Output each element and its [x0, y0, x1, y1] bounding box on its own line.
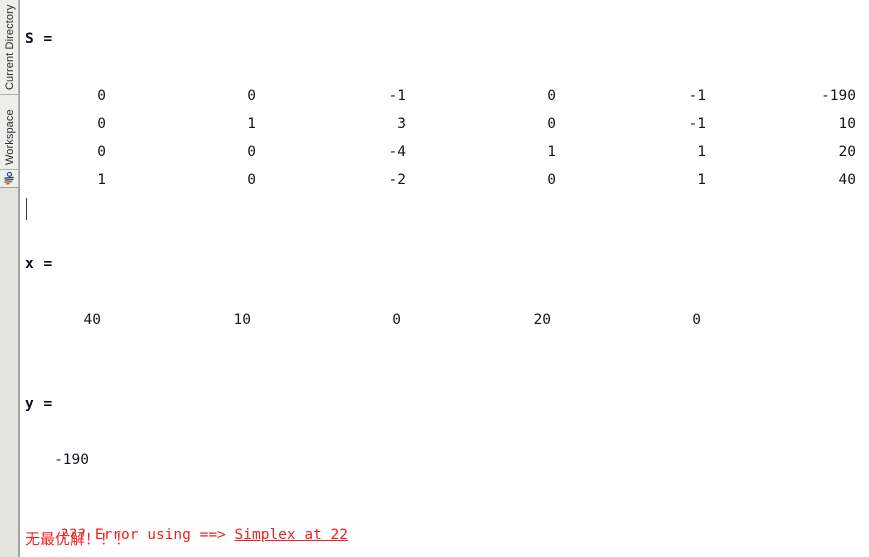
matrix-row: 0 0 -1 0 -1 -190 — [21, 87, 869, 105]
matrix-cell: 0 — [97, 116, 106, 132]
variable-label-y: y = — [25, 396, 53, 412]
sidebar-tab-current-directory[interactable]: Current Directory — [0, 0, 19, 95]
matrix-cell: -190 — [821, 88, 856, 104]
matrix-cell: -190 — [54, 452, 89, 468]
matrix-cell: 1 — [547, 144, 556, 160]
matrix-cell: -1 — [688, 116, 706, 132]
matrix-cell: 1 — [97, 172, 106, 188]
matrix-cell: -1 — [688, 88, 706, 104]
matrix-cell: -1 — [388, 88, 406, 104]
scalar-row: -190 — [21, 451, 869, 469]
matrix-cell: 0 — [392, 312, 401, 328]
matrix-row: 0 0 -4 1 1 20 — [21, 143, 869, 161]
matlab-membrane-icon[interactable] — [0, 170, 19, 188]
variable-label-x: x = — [25, 256, 53, 272]
matrix-cell: 20 — [533, 312, 551, 328]
matrix-cell: 10 — [233, 312, 251, 328]
matrix-cell: 0 — [97, 88, 106, 104]
vector-row: 40 10 0 20 0 — [21, 311, 869, 329]
matrix-cell: 0 — [547, 88, 556, 104]
sidebar-tab-workspace[interactable]: Workspace — [0, 95, 19, 170]
matrix-cell: 0 — [692, 312, 701, 328]
matrix-cell: 40 — [83, 312, 101, 328]
sidebar-filler — [0, 188, 19, 557]
matrix-row: 1 0 -2 0 1 40 — [21, 171, 869, 189]
matrix-cell: 10 — [838, 116, 856, 132]
matrix-cell: 0 — [547, 172, 556, 188]
matrix-cell: 1 — [697, 144, 706, 160]
matrix-cell: 3 — [397, 116, 406, 132]
matrix-cell: 0 — [247, 88, 256, 104]
variable-label-S: S = — [25, 31, 53, 47]
matrix-cell: 0 — [97, 144, 106, 160]
matrix-cell: 1 — [697, 172, 706, 188]
sidebar-tab-strip: Current Directory Workspace — [0, 0, 20, 557]
matrix-cell: 0 — [547, 116, 556, 132]
matrix-cell: -2 — [388, 172, 406, 188]
matrix-row: 0 1 3 0 -1 10 — [21, 115, 869, 133]
matrix-cell: 20 — [838, 144, 856, 160]
matrix-cell: 0 — [247, 172, 256, 188]
error-message: 无最优解！！！ — [25, 530, 131, 548]
matrix-cell: -4 — [388, 144, 406, 160]
matrix-cell: 0 — [247, 144, 256, 160]
sidebar-tab-current-directory-label: Current Directory — [4, 4, 16, 90]
command-window[interactable]: S = 0 0 -1 0 -1 -190 0 1 3 0 -1 10 0 0 -4 1 1 20 1 0 -2 0 1… — [21, 0, 869, 557]
sidebar-tab-workspace-label: Workspace — [4, 109, 16, 165]
matrix-cell: 1 — [247, 116, 256, 132]
text-cursor — [26, 198, 27, 220]
matrix-cell: 40 — [838, 172, 856, 188]
error-source-link[interactable]: Simplex at 22 — [235, 527, 349, 543]
